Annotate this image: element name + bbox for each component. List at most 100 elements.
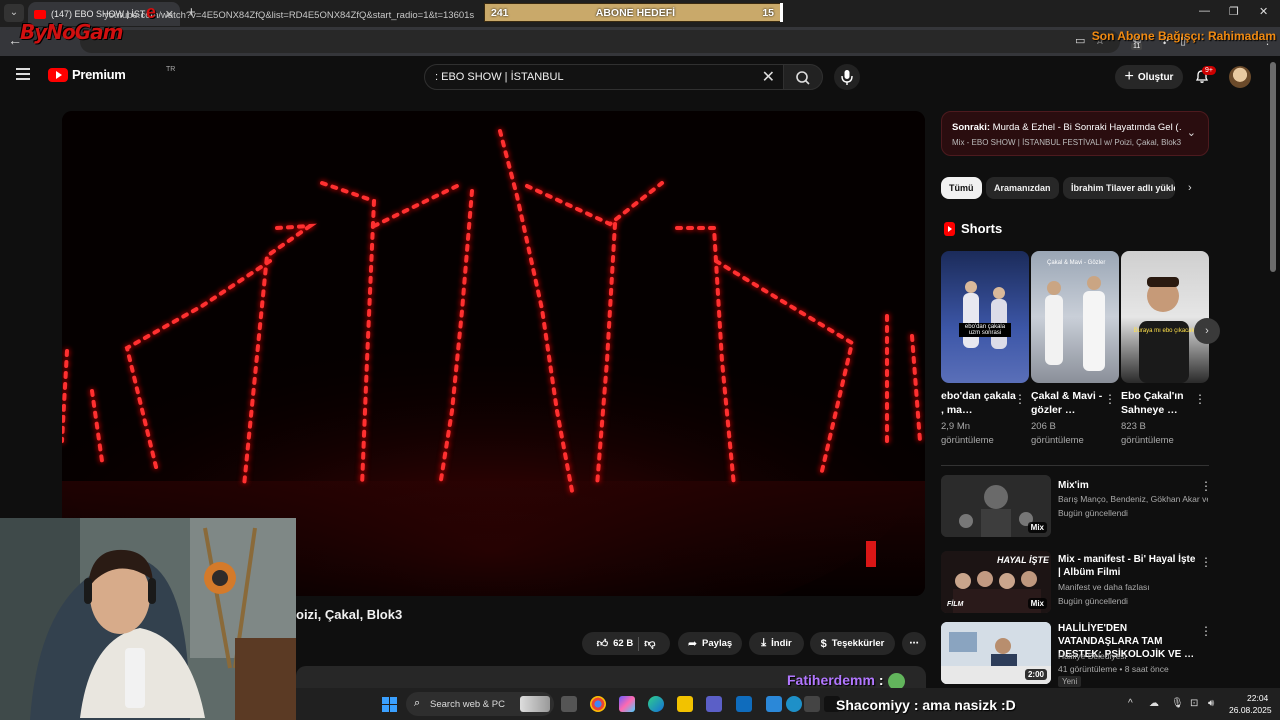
rec-stats: 41 görüntüleme • 8 saat önce bbox=[1058, 664, 1169, 674]
short-views: 206 Bgörüntüleme bbox=[1031, 421, 1084, 446]
microphone-tray-icon[interactable]: 🎙︎ bbox=[1171, 698, 1184, 709]
like-separator bbox=[638, 636, 640, 651]
cast-icon[interactable]: ▭ bbox=[1075, 34, 1085, 47]
short-title[interactable]: ebo'dan çakala , ma… bbox=[941, 389, 1016, 417]
chat-message: Shacomiyy : ama nasizk :D bbox=[836, 697, 1016, 713]
page-scrollbar[interactable] bbox=[1270, 62, 1276, 272]
like-dislike-group: 👍︎ 62 B 👎︎ bbox=[582, 632, 670, 655]
short-thumbnail-image bbox=[1139, 277, 1189, 383]
last-subscriber-donor: Son Abone Bağışçı: Rahimadam bbox=[1091, 29, 1276, 43]
goal-current: 241 bbox=[491, 6, 509, 19]
rec-thumbnail[interactable]: HAYAL İŞTE FİLM Mix bbox=[941, 551, 1051, 613]
section-divider bbox=[941, 465, 1209, 466]
short-more-icon[interactable]: ⋮ bbox=[1104, 392, 1116, 406]
short-thumbnail[interactable]: ebo'dan çakala uzm sonrasi bbox=[941, 251, 1029, 383]
rec-updated: Bugün güncellendi bbox=[1058, 508, 1128, 518]
up-next-card[interactable]: Sonraki: Murda & Ezhel - Bi Sonraki Haya… bbox=[941, 111, 1209, 156]
video-title: oizi, Çakal, Blok3 bbox=[296, 607, 403, 622]
short-title[interactable]: Çakal & Mavi - gözler … bbox=[1031, 389, 1106, 417]
taskbar-widget-icon[interactable] bbox=[520, 696, 550, 712]
chip-from-search[interactable]: Aramanızdan bbox=[986, 177, 1059, 199]
notification-count-badge: 9+ bbox=[1202, 66, 1216, 75]
thumbs-down-icon[interactable]: 👎︎ bbox=[644, 637, 655, 650]
rec-thumbnail[interactable]: 2:00 bbox=[941, 622, 1051, 684]
windows-start-icon[interactable] bbox=[382, 697, 397, 712]
short-caption: Çakal & Mavi - Gözler bbox=[1047, 260, 1106, 266]
download-button[interactable]: ⤓ İndir bbox=[749, 632, 804, 655]
tray-expand-icon[interactable]: ^ bbox=[1128, 698, 1133, 709]
rec-title[interactable]: Mix - manifest - Bi' Hayal İşte | Albüm … bbox=[1058, 553, 1198, 579]
taskbar-app-icon[interactable] bbox=[804, 696, 820, 712]
rec-thumbnail[interactable]: Mix bbox=[941, 475, 1051, 537]
short-caption: Buraya mı ebo çıkacak bbox=[1133, 328, 1195, 334]
shorts-next-arrow-icon[interactable]: › bbox=[1194, 318, 1220, 344]
file-explorer-icon[interactable] bbox=[677, 696, 693, 712]
youtube-premium-label: Premium bbox=[72, 67, 126, 82]
youtube-logo[interactable]: Premium TR bbox=[48, 66, 175, 82]
search-query: : EBO SHOW | İSTANBUL bbox=[435, 71, 564, 83]
close-window-icon[interactable]: ✕ bbox=[1259, 5, 1268, 18]
thanks-button[interactable]: $ Teşekkürler bbox=[810, 632, 895, 655]
search-button[interactable] bbox=[783, 64, 823, 90]
network-icon[interactable]: ⊡ bbox=[1190, 698, 1198, 709]
outlook-icon[interactable] bbox=[736, 696, 752, 712]
taskbar-app-icon[interactable] bbox=[786, 696, 802, 712]
teams-icon[interactable] bbox=[706, 696, 722, 712]
taskbar-app-icon[interactable] bbox=[766, 696, 782, 712]
up-next-title: Sonraki: Murda & Ezhel - Bi Sonraki Haya… bbox=[952, 122, 1182, 133]
short-more-icon[interactable]: ⋮ bbox=[1014, 392, 1026, 406]
voice-search-button[interactable] bbox=[834, 64, 860, 90]
new-badge: Yeni bbox=[1058, 676, 1082, 687]
clear-search-icon[interactable]: ✕ bbox=[762, 67, 775, 87]
chip-uploader[interactable]: İbrahim Tilaver adlı yükle bbox=[1063, 177, 1175, 199]
rec-more-icon[interactable]: ⋮ bbox=[1200, 555, 1212, 569]
chevron-down-icon[interactable]: ⌄ bbox=[1187, 126, 1196, 139]
address-bar[interactable] bbox=[80, 30, 1120, 53]
share-button[interactable]: ➦ Paylaş bbox=[678, 632, 742, 655]
more-actions-icon: ⋯ bbox=[909, 638, 919, 649]
super-thanks-icon: $ bbox=[820, 637, 827, 650]
webcam-image bbox=[0, 518, 296, 720]
user-avatar[interactable] bbox=[1229, 66, 1251, 88]
menu-hamburger-icon[interactable] bbox=[16, 68, 30, 82]
rec-more-icon[interactable]: ⋮ bbox=[1200, 479, 1212, 493]
minimize-icon[interactable]: — bbox=[1199, 5, 1210, 17]
short-thumbnail-image bbox=[1045, 276, 1105, 371]
chips-next-arrow-icon[interactable]: › bbox=[1188, 182, 1192, 194]
edge-icon[interactable] bbox=[648, 696, 664, 712]
chat-message: Fatiherdemm : bbox=[787, 672, 884, 688]
volume-icon[interactable]: 🔊︎ bbox=[1208, 698, 1214, 709]
chip-all[interactable]: Tümü bbox=[941, 177, 982, 199]
share-arrow-icon: ➦ bbox=[687, 638, 698, 650]
address-bar-row: ← ▭ ☆ ⧉ ✣ ▯ ⋮ bbox=[0, 27, 1280, 56]
short-title[interactable]: Ebo Çakal'ın Sahneye … bbox=[1121, 389, 1196, 417]
search-input[interactable]: : EBO SHOW | İSTANBUL ✕ bbox=[424, 64, 784, 90]
plus-icon: + bbox=[1124, 68, 1134, 85]
thumbs-up-icon[interactable]: 👍︎ bbox=[597, 637, 609, 650]
onedrive-icon[interactable]: ☁ bbox=[1149, 698, 1159, 709]
download-label: İndir bbox=[771, 638, 792, 649]
create-label: Oluştur bbox=[1137, 71, 1174, 83]
taskbar-clock-date[interactable]: 26.08.2025 bbox=[1229, 705, 1272, 715]
short-thumbnail[interactable]: Buraya mı ebo çıkacak bbox=[1121, 251, 1209, 383]
short-views: 823 Bgörüntüleme bbox=[1121, 421, 1174, 446]
more-actions-button[interactable]: ⋯ bbox=[902, 632, 926, 655]
taskbar-clock-time[interactable]: 22:04 bbox=[1247, 693, 1268, 703]
like-count[interactable]: 62 B bbox=[613, 638, 633, 649]
shorts-header: Shorts bbox=[944, 221, 1002, 236]
copilot-icon[interactable] bbox=[619, 696, 635, 712]
stream-logo-mark: e bbox=[146, 2, 157, 22]
short-more-icon[interactable]: ⋮ bbox=[1194, 392, 1206, 406]
rec-title[interactable]: Mix'im bbox=[1058, 479, 1198, 492]
thanks-label: Teşekkürler bbox=[831, 638, 885, 649]
chrome-icon[interactable] bbox=[590, 696, 606, 712]
task-view-icon[interactable] bbox=[561, 696, 577, 712]
rec-more-icon[interactable]: ⋮ bbox=[1200, 624, 1212, 638]
up-next-subtitle: Mix - EBO SHOW | İSTANBUL FESTİVALİ w/ P… bbox=[952, 138, 1182, 147]
short-thumbnail[interactable]: Çakal & Mavi - Gözler bbox=[1031, 251, 1119, 383]
restore-icon[interactable]: ❐ bbox=[1229, 5, 1239, 18]
streamer-webcam bbox=[0, 518, 296, 720]
mix-badge: Mix bbox=[1027, 522, 1047, 533]
create-button[interactable]: + Oluştur bbox=[1115, 65, 1183, 89]
shorts-logo-icon bbox=[944, 221, 955, 236]
